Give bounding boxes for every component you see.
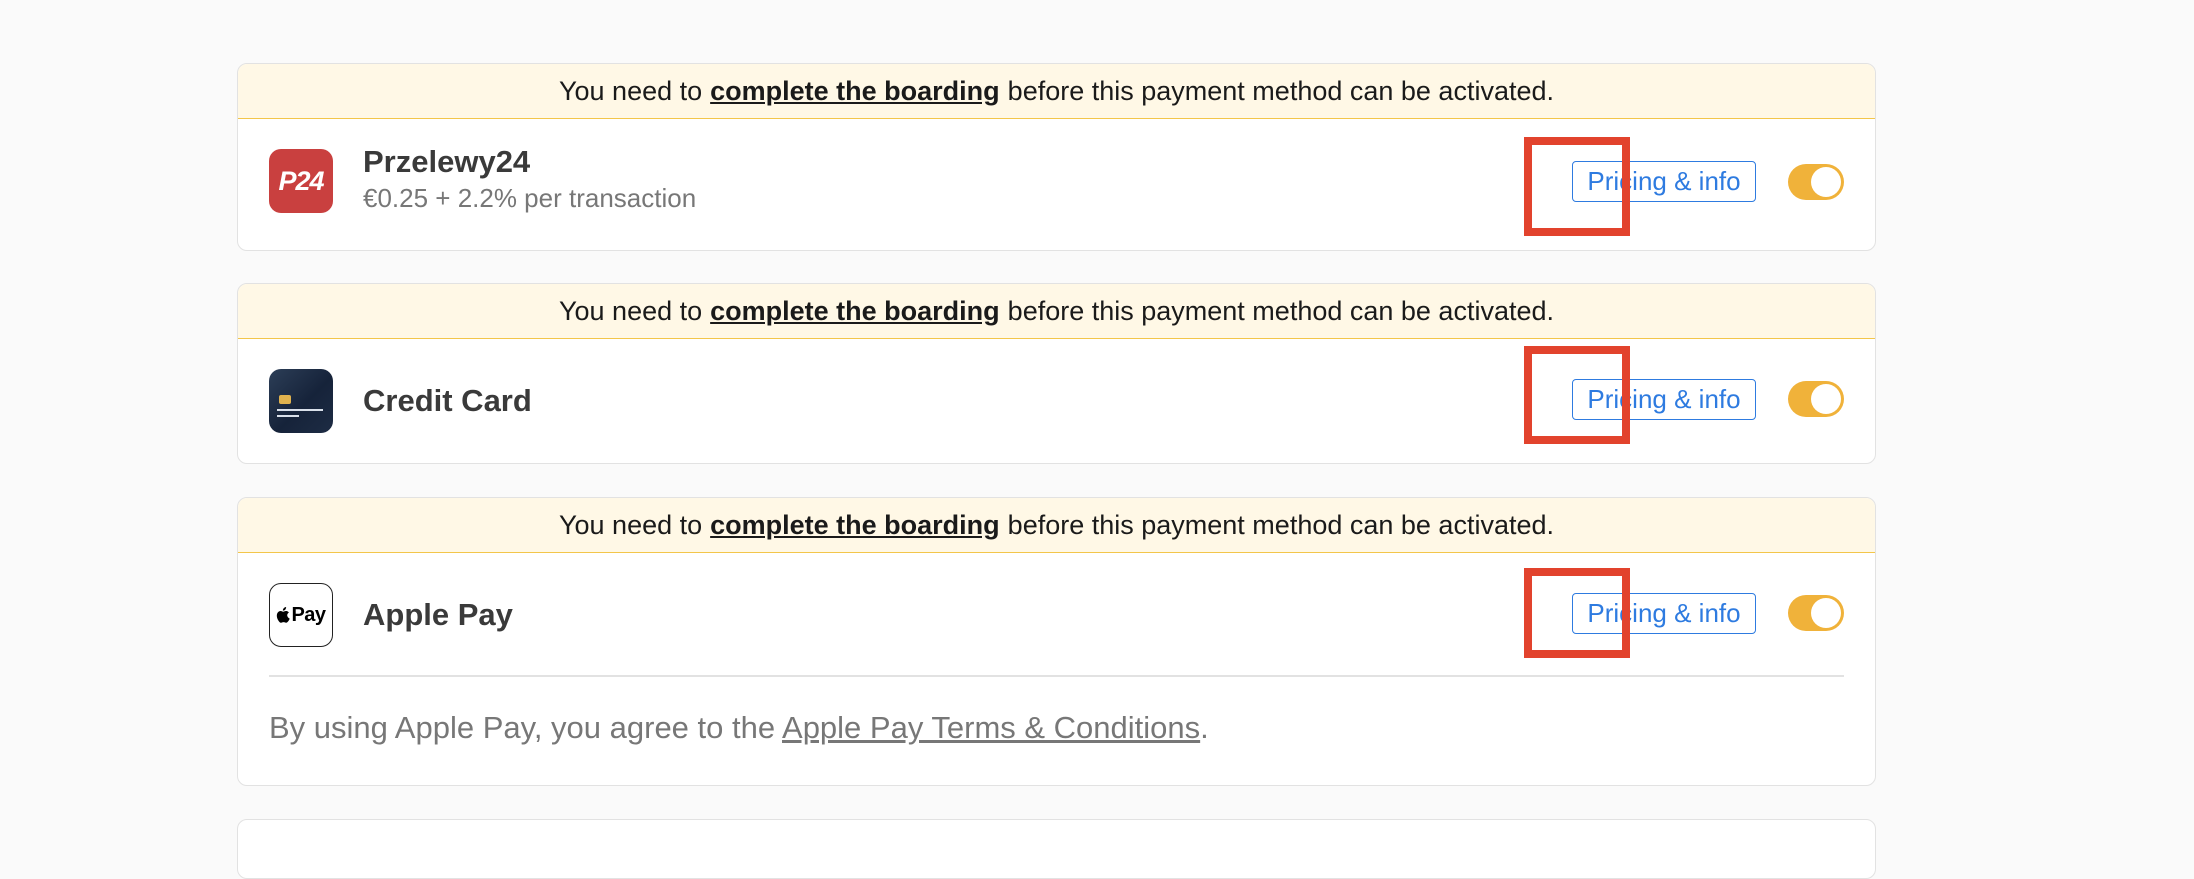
notice-prefix: You need to <box>558 509 703 540</box>
notice-prefix: You need to <box>558 75 703 106</box>
payment-method-card-credit-card: You need to complete the boarding before… <box>237 283 1876 464</box>
przelewy24-logo-icon: P24 <box>269 149 333 213</box>
complete-boarding-link[interactable]: complete the boarding <box>710 76 1000 107</box>
pricing-info-button[interactable]: Pricing & info <box>1572 593 1756 634</box>
payment-method-card-przelewy24: You need to complete the boarding before… <box>237 63 1876 251</box>
payment-method-row: P24 Przelewy24 €0.25 + 2.2% per transact… <box>238 119 1875 250</box>
pricing-info-button[interactable]: Pricing & info <box>1572 161 1756 202</box>
payment-method-toggle[interactable] <box>1788 595 1844 631</box>
boarding-notice: You need to complete the boarding before… <box>238 498 1875 553</box>
notice-suffix: before this payment method can be activa… <box>1007 75 1554 106</box>
apple-pay-logo-text: Pay <box>291 603 326 626</box>
divider <box>269 675 1844 677</box>
payment-method-toggle[interactable] <box>1788 164 1844 200</box>
pricing-info-button[interactable]: Pricing & info <box>1572 379 1756 420</box>
apple-pay-logo-icon: Pay <box>269 583 333 647</box>
apple-pay-terms-text: By using Apple Pay, you agree to the App… <box>269 710 1209 746</box>
przelewy24-logo-text: P24 <box>278 165 324 196</box>
complete-boarding-link[interactable]: complete the boarding <box>710 296 1000 327</box>
notice-prefix: You need to <box>558 295 703 326</box>
notice-suffix: before this payment method can be activa… <box>1007 295 1554 326</box>
card-number-line <box>277 415 299 417</box>
apple-pay-terms-link[interactable]: Apple Pay Terms & Conditions <box>782 710 1200 745</box>
payment-method-toggle[interactable] <box>1788 381 1844 417</box>
payment-method-row: Credit Card Pricing & info <box>238 339 1875 463</box>
notice-suffix: before this payment method can be activa… <box>1007 509 1554 540</box>
payment-method-name: Credit Card <box>363 383 532 418</box>
complete-boarding-link[interactable]: complete the boarding <box>710 510 1000 541</box>
apple-icon <box>277 607 291 623</box>
card-chip-icon <box>279 395 291 404</box>
terms-prefix: By using Apple Pay, you agree to the <box>269 710 776 745</box>
payment-method-row: Pay Apple Pay Pricing & info By using Ap… <box>238 553 1875 785</box>
toggle-knob <box>1811 384 1841 414</box>
payment-method-name: Apple Pay <box>363 597 513 632</box>
boarding-notice: You need to complete the boarding before… <box>238 64 1875 119</box>
boarding-notice: You need to complete the boarding before… <box>238 284 1875 339</box>
toggle-knob <box>1811 598 1841 628</box>
terms-suffix: . <box>1200 710 1209 745</box>
credit-card-logo-icon <box>269 369 333 433</box>
payment-method-fee: €0.25 + 2.2% per transaction <box>363 183 697 213</box>
payment-method-card-apple-pay: You need to complete the boarding before… <box>237 497 1876 786</box>
toggle-knob <box>1811 167 1841 197</box>
card-number-line <box>277 409 323 411</box>
payment-method-card-next <box>237 819 1876 879</box>
payment-method-name: Przelewy24 <box>363 144 531 179</box>
